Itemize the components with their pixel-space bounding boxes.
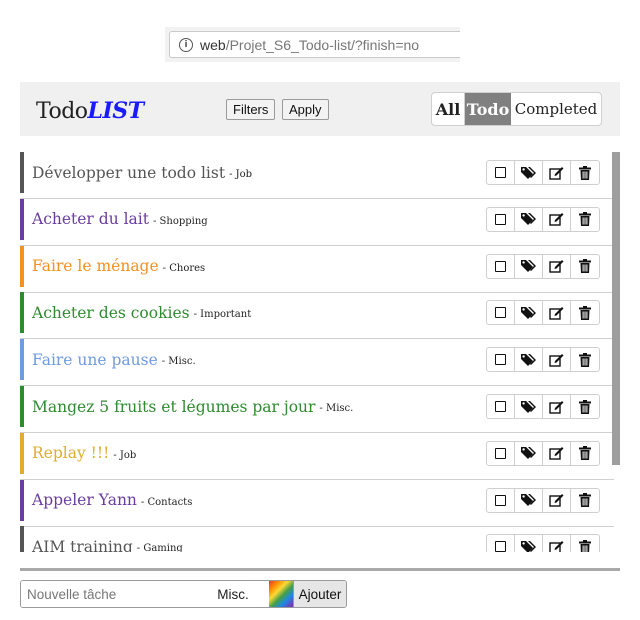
edit-icon[interactable] (543, 535, 571, 552)
task-row[interactable]: Appeler Yann - Contacts (20, 479, 614, 527)
tags-icon[interactable] (515, 441, 543, 465)
task-row[interactable]: Développer une todo list - Job (20, 152, 614, 199)
tags-icon[interactable] (515, 535, 543, 552)
tags-icon[interactable] (515, 348, 543, 372)
task-row[interactable]: Mangez 5 fruits et légumes par jour - Mis… (20, 386, 614, 433)
task-actions (486, 253, 600, 279)
footer-divider (20, 568, 620, 571)
task-category: - Misc. (161, 356, 196, 368)
task-category: - Important (193, 309, 252, 321)
task-category: - Job (113, 449, 137, 461)
task-title: AIM training (32, 537, 133, 552)
tags-icon[interactable] (515, 395, 543, 418)
task-actions (486, 487, 600, 513)
brand-list: LIST (87, 98, 145, 124)
trash-icon[interactable] (571, 348, 599, 371)
tab-completed[interactable]: Completed (511, 93, 601, 125)
browser-address-bar: i web/Projet_S6_Todo-list/?finish=no (165, 27, 460, 62)
tags-icon[interactable] (515, 161, 543, 184)
task-actions (486, 440, 600, 466)
edit-icon[interactable] (543, 348, 571, 372)
app-brand: TodoLIST (36, 98, 144, 124)
checkbox-icon[interactable] (487, 488, 515, 512)
task-row[interactable]: AIM training - Gaming (20, 526, 610, 552)
task-category: - Contacts (140, 496, 193, 508)
task-category: - Chores (162, 262, 206, 274)
task-category: - Shopping (152, 215, 208, 227)
task-category: - Gaming (136, 543, 183, 552)
task-title: Acheter du lait (32, 210, 149, 229)
trash-icon[interactable] (571, 208, 599, 231)
trash-icon[interactable] (571, 255, 599, 278)
task-actions (486, 347, 600, 373)
tab-all[interactable]: All (432, 93, 465, 125)
tab-todo[interactable]: Todo (465, 93, 511, 125)
edit-icon[interactable] (543, 161, 571, 184)
edit-icon[interactable] (543, 207, 571, 231)
task-actions (486, 206, 600, 232)
task-row[interactable]: Faire une pause - Misc. (20, 339, 614, 387)
checkbox-icon[interactable] (487, 301, 515, 325)
trash-icon[interactable] (571, 489, 599, 512)
task-row[interactable]: Acheter du lait - Shopping (20, 198, 614, 246)
trash-icon[interactable] (571, 301, 599, 324)
tags-icon[interactable] (515, 254, 543, 278)
edit-icon[interactable] (543, 395, 571, 418)
new-task-category[interactable]: Misc. (197, 581, 269, 607)
checkbox-icon[interactable] (487, 395, 515, 418)
app-header: TodoLIST Filters Apply All Todo Complete… (20, 82, 620, 136)
task-category: - Misc. (319, 403, 354, 414)
task-row[interactable]: Acheter des cookies - Important (20, 292, 614, 340)
edit-icon[interactable] (543, 441, 571, 465)
task-actions (486, 300, 600, 326)
brand-todo: Todo (36, 99, 88, 124)
url-text: web/Projet_S6_Todo-list/?finish=no (200, 37, 419, 53)
info-icon[interactable]: i (179, 37, 193, 52)
task-category: - Job (229, 169, 253, 180)
apply-button[interactable]: Apply (282, 99, 329, 120)
add-task-button[interactable]: Ajouter (293, 581, 346, 607)
tags-icon[interactable] (515, 207, 543, 231)
checkbox-icon[interactable] (487, 254, 515, 278)
task-title: Appeler Yann (32, 491, 137, 510)
edit-icon[interactable] (543, 254, 571, 278)
task-row[interactable]: Replay !!! - Job (20, 432, 614, 480)
edit-icon[interactable] (543, 301, 571, 325)
url-path: /Projet_S6_Todo-list/?finish=no (225, 36, 420, 53)
task-title: Faire le ménage (32, 257, 159, 276)
tags-icon[interactable] (515, 488, 543, 512)
checkbox-icon[interactable] (487, 207, 515, 231)
trash-icon[interactable] (571, 395, 599, 418)
checkbox-icon[interactable] (487, 441, 515, 465)
task-row[interactable]: Faire le ménage - Chores (20, 245, 614, 293)
color-picker[interactable] (269, 581, 293, 607)
task-actions (486, 160, 600, 185)
tags-icon[interactable] (515, 301, 543, 325)
trash-icon[interactable] (571, 442, 599, 465)
list-scrollbar[interactable] (612, 152, 620, 465)
task-actions (486, 534, 600, 552)
task-title: Mangez 5 fruits et légumes par jour (32, 397, 316, 416)
task-title: Développer une todo list (32, 163, 226, 182)
url-host: web (200, 36, 226, 53)
filters-button[interactable]: Filters (226, 99, 276, 120)
task-actions (486, 394, 600, 419)
url-field[interactable]: i web/Projet_S6_Todo-list/?finish=no (169, 31, 460, 58)
checkbox-icon[interactable] (487, 161, 515, 184)
task-title: Replay !!! (32, 444, 110, 463)
task-title: Faire une pause (32, 350, 158, 369)
view-filter-tabs: All Todo Completed (431, 92, 602, 126)
checkbox-icon[interactable] (487, 348, 515, 372)
task-list: Développer une todo list - Job Acheter du … (20, 152, 620, 552)
trash-icon[interactable] (571, 535, 599, 552)
task-title: Acheter des cookies (32, 303, 190, 322)
new-task-form: Nouvelle tâche Misc. Ajouter (20, 580, 347, 608)
new-task-input[interactable]: Nouvelle tâche (21, 581, 197, 607)
edit-icon[interactable] (543, 488, 571, 512)
trash-icon[interactable] (571, 161, 599, 184)
checkbox-icon[interactable] (487, 535, 515, 552)
